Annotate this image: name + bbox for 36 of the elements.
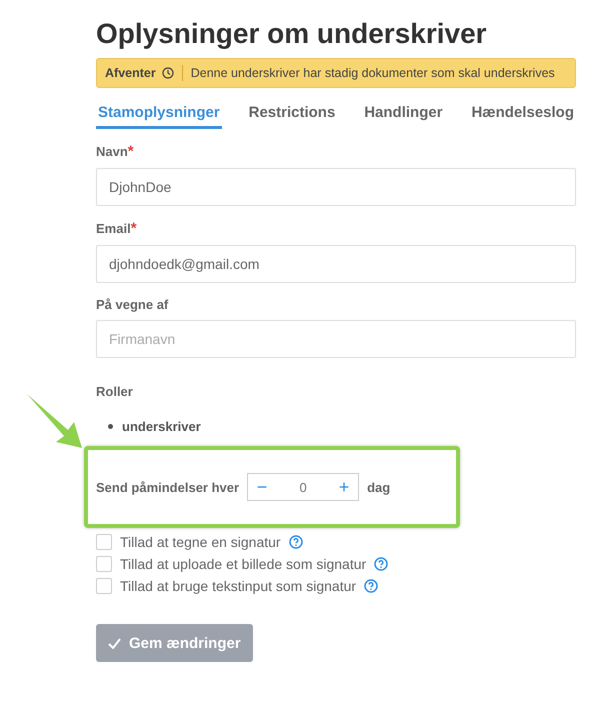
checkbox-label: Tillad at uploade et billede som signatur — [120, 556, 366, 572]
help-icon[interactable] — [364, 579, 378, 593]
check-icon — [108, 638, 121, 648]
required-mark: * — [128, 143, 134, 160]
checkbox-label: Tillad at tegne en signatur — [120, 534, 281, 550]
reminder-label: Send påmindelser hver — [96, 480, 240, 494]
input-field[interactable]: djohndoedk@gmail.com — [96, 245, 576, 283]
status-message: Denne underskriver har stadig dokumenter som skal underskrives — [190, 66, 555, 80]
status-label: Afventer — [105, 66, 156, 80]
checkbox[interactable] — [96, 556, 112, 572]
increment-button[interactable]: + — [330, 476, 358, 498]
tab[interactable]: Restrictions — [246, 100, 338, 129]
unit-label: dag — [367, 480, 390, 494]
input-field[interactable]: DjohnDoe — [96, 168, 576, 206]
number-stepper[interactable]: − 0 + — [247, 473, 360, 501]
stepper-value: 0 — [299, 480, 307, 494]
tab[interactable]: Handlinger — [362, 100, 445, 129]
page-title: Oplysninger om underskriver — [96, 17, 488, 51]
required-mark: * — [130, 220, 137, 237]
input-field[interactable]: Firmanavn — [96, 320, 576, 358]
field-label: Navn — [96, 144, 128, 159]
checkbox[interactable] — [96, 578, 112, 594]
checkbox-label: Tillad at bruge tekstinput som signatur — [120, 578, 356, 594]
decrement-button[interactable]: − — [248, 476, 276, 498]
field-label: På vegne af — [96, 297, 168, 312]
field-label: Email — [96, 221, 131, 236]
save-button[interactable]: Gem ændringer — [96, 624, 253, 662]
clock-icon — [162, 67, 174, 79]
tab[interactable]: Stamoplysninger — [96, 100, 222, 129]
role-item: underskriver — [122, 419, 201, 434]
roles-label: Roller — [96, 384, 134, 399]
bullet-icon — [108, 424, 113, 429]
checkbox[interactable] — [96, 534, 112, 550]
tab[interactable]: Hændelseslog — [469, 100, 576, 129]
help-icon[interactable] — [288, 535, 303, 549]
help-icon[interactable] — [374, 557, 388, 571]
